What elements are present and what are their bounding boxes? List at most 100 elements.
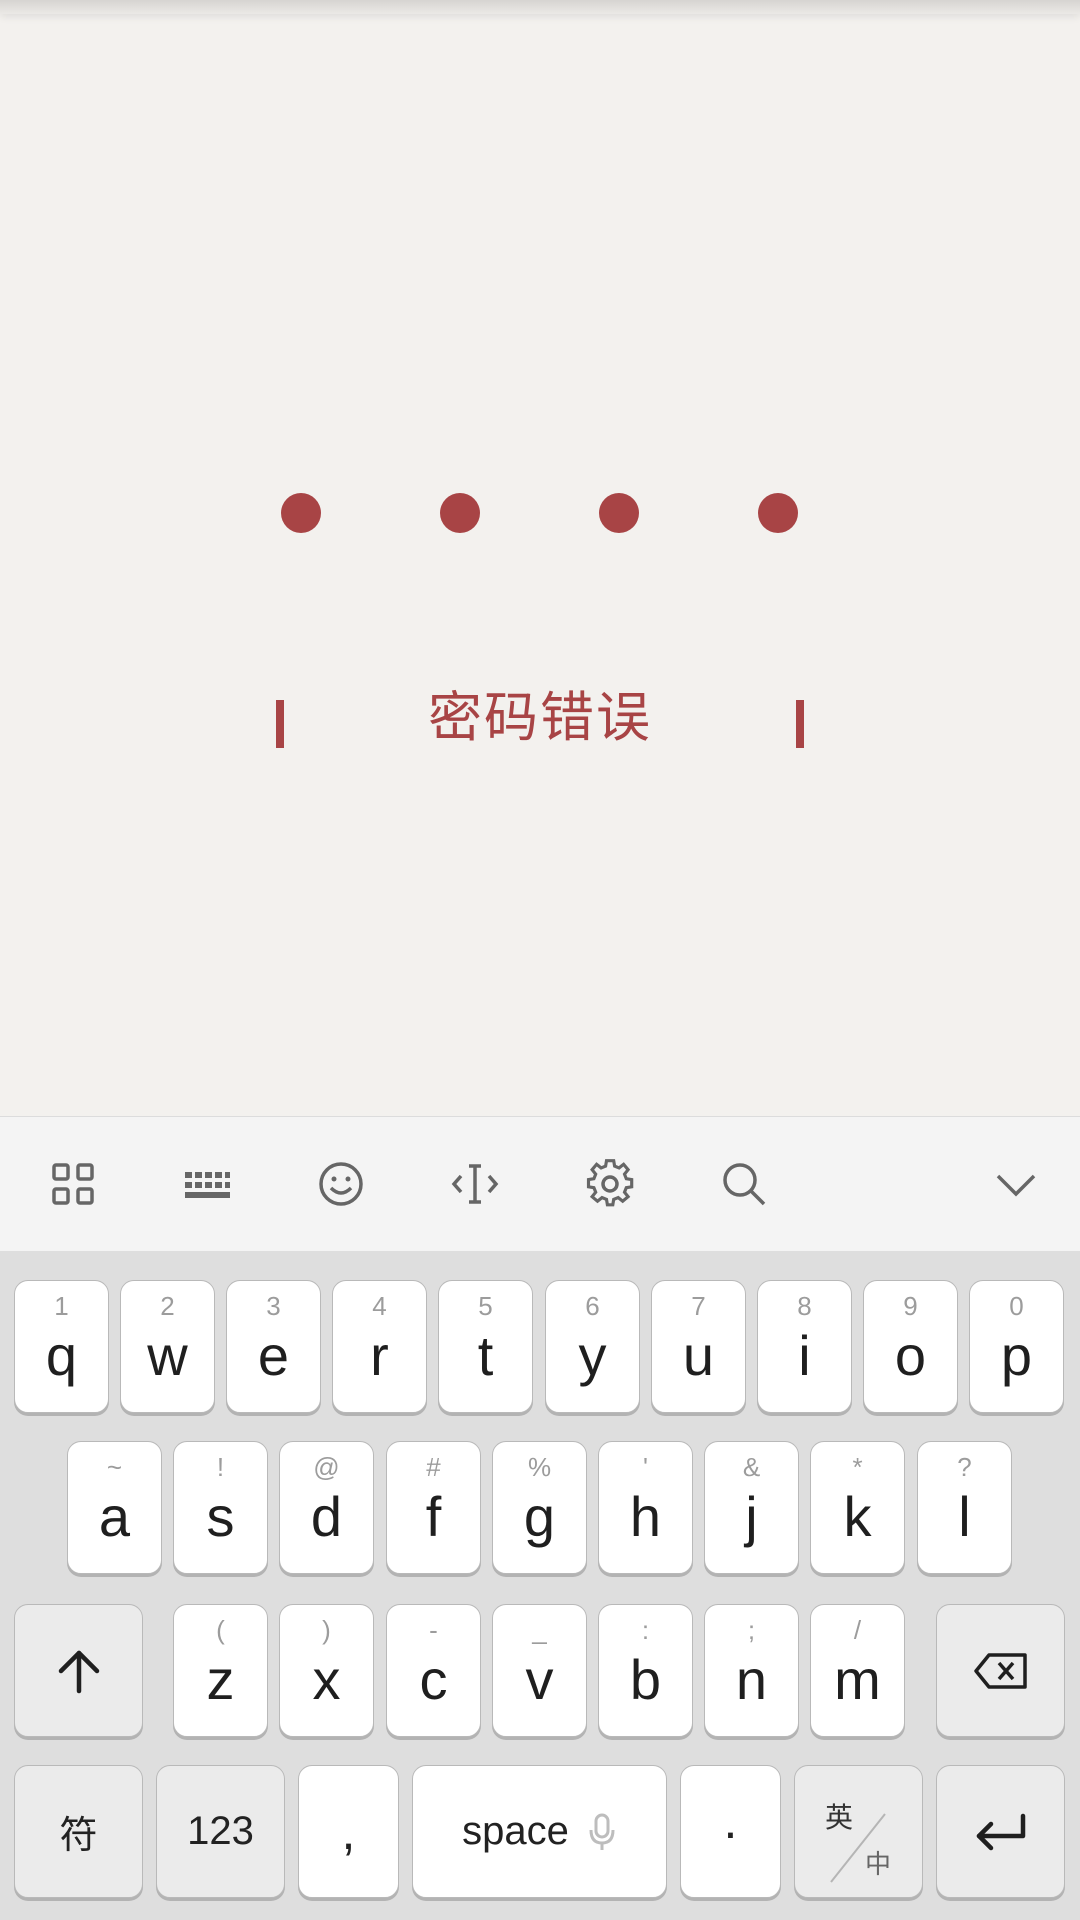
space-key-label: space [462,1809,569,1853]
key-hint: / [853,1615,862,1645]
language-switch-key[interactable]: 英 中 [794,1765,923,1898]
key-m[interactable]: / m [810,1604,905,1737]
key-label: i [798,1324,811,1387]
key-hint: 2 [160,1291,175,1321]
key-label: k [843,1485,872,1548]
space-key[interactable]: space [412,1765,667,1898]
key-label: v [525,1648,554,1711]
key-n[interactable]: ; n [704,1604,799,1737]
enter-icon [937,1766,1064,1897]
key-x[interactable]: ) x [279,1604,374,1737]
key-g[interactable]: % g [492,1441,587,1574]
key-o[interactable]: 9o [863,1280,958,1413]
cursor-icon[interactable] [443,1152,507,1216]
apps-grid-icon[interactable] [41,1152,105,1216]
key-hint: _ [532,1615,547,1645]
key-hint: 3 [266,1291,281,1321]
key-j[interactable]: & j [704,1441,799,1574]
key-z[interactable]: (z [173,1604,268,1737]
key-label: t [477,1324,494,1387]
enter-key[interactable] [936,1765,1065,1898]
key-label: h [629,1485,662,1548]
key-b[interactable]: :b [598,1604,693,1737]
key-label: u [682,1324,715,1387]
key-q[interactable]: 1q [14,1280,109,1413]
emoji-icon[interactable] [309,1152,373,1216]
shift-arrow-icon [15,1605,142,1736]
key-label: a [98,1485,131,1548]
key-h[interactable]: ' h [598,1441,693,1574]
error-marker-right [796,700,804,748]
key-hint: 0 [1009,1291,1024,1321]
key-hint: ? [957,1452,972,1482]
period-key[interactable]: · [680,1765,781,1898]
keyboard-toolbar [0,1116,1080,1252]
key-w[interactable]: 2w [120,1280,215,1413]
pin-dot [281,493,321,533]
key-d[interactable]: @ d [279,1441,374,1574]
pin-dots [0,493,1080,535]
key-hint: # [426,1452,441,1482]
key-t[interactable]: 5t [438,1280,533,1413]
key-label: o [894,1324,927,1387]
key-label: f [425,1485,442,1548]
pin-entry-area: 密码错误 [0,14,1080,1116]
keyboard: 1q 2w 3e 4r 5t 6y 7u 8i 9o 0p ~ a ! s @ d #… [0,1251,1080,1920]
key-label: y [578,1324,607,1387]
status-strip [0,0,1080,14]
backspace-key[interactable] [936,1604,1065,1737]
key-label: x [312,1648,341,1711]
chevron-down-icon[interactable] [984,1152,1048,1216]
key-u[interactable]: 7u [651,1280,746,1413]
key-label: p [1000,1324,1033,1387]
key-label: n [735,1648,768,1711]
key-f[interactable]: # f [386,1441,481,1574]
symbols-key-label: 符 [59,1813,98,1857]
key-e[interactable]: 3e [226,1280,321,1413]
keyboard-icon[interactable] [175,1152,239,1216]
numbers-key-label: 123 [187,1809,254,1853]
key-c[interactable]: -c [386,1604,481,1737]
key-hint: ) [322,1615,331,1645]
key-r[interactable]: 4r [332,1280,427,1413]
key-label: s [206,1485,235,1548]
lang-cn-label: 中 [865,1850,892,1880]
key-l[interactable]: ? l [917,1441,1012,1574]
key-label: r [370,1324,389,1387]
key-hint: 1 [54,1291,69,1321]
key-label: b [629,1648,662,1711]
symbols-key[interactable]: 符 [14,1765,143,1898]
key-v[interactable]: _ v [492,1604,587,1737]
error-row: 密码错误 [0,678,1080,758]
key-p[interactable]: 0p [969,1280,1064,1413]
numbers-key[interactable]: 123 [156,1765,285,1898]
key-hint: ' [643,1452,648,1482]
key-hint: - [429,1615,438,1645]
key-k[interactable]: * k [810,1441,905,1574]
backspace-icon [937,1605,1064,1736]
key-hint: ( [216,1615,225,1645]
key-a[interactable]: ~ a [67,1441,162,1574]
key-s[interactable]: ! s [173,1441,268,1574]
pin-dot [758,493,798,533]
key-label: w [147,1324,188,1387]
key-label: l [958,1485,971,1548]
key-hint: 4 [372,1291,387,1321]
key-hint: * [852,1452,863,1482]
key-i[interactable]: 8i [757,1280,852,1413]
key-label: c [419,1648,448,1711]
pin-dot [440,493,480,533]
key-label: q [45,1324,78,1387]
gear-icon[interactable] [578,1152,642,1216]
key-y[interactable]: 6y [545,1280,640,1413]
key-hint: ~ [106,1452,123,1482]
shift-key[interactable] [14,1604,143,1737]
key-label: j [745,1485,758,1548]
key-hint: ! [216,1452,225,1482]
key-label: e [257,1324,290,1387]
key-label: m [834,1648,881,1711]
search-icon[interactable] [712,1152,776,1216]
key-hint: 5 [478,1291,493,1321]
comma-key-label: , [341,1803,356,1860]
comma-key[interactable]: , [298,1765,399,1898]
